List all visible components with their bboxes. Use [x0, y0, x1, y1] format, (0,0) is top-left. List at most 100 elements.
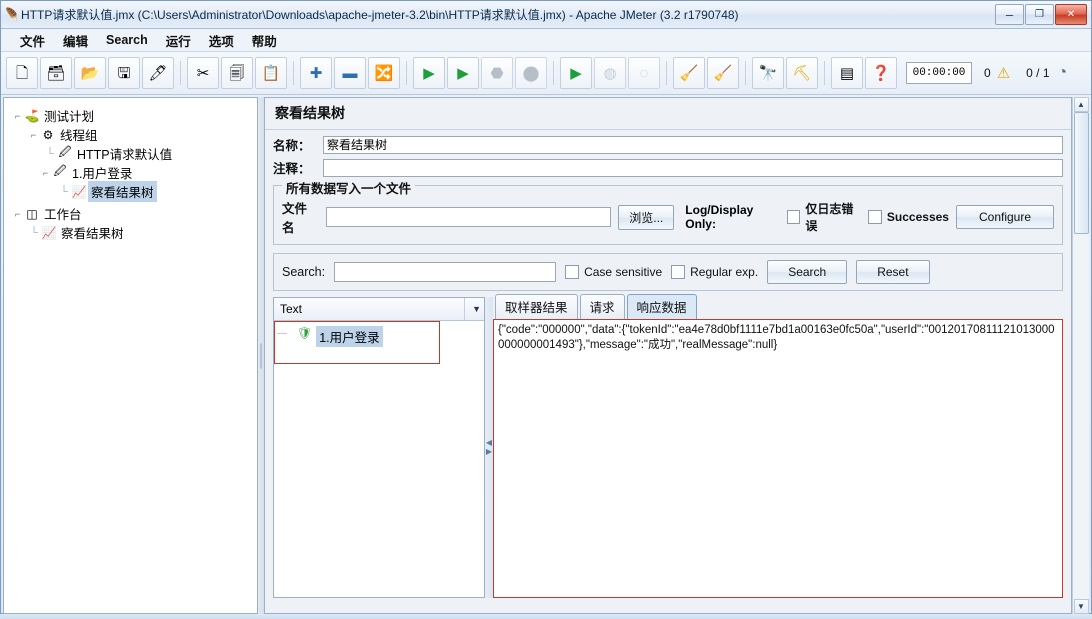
- reset-search-icon: ⛏: [792, 64, 812, 82]
- menu-bar: 文件 编辑 Search 运行 选项 帮助: [1, 29, 1091, 52]
- tab-response-data[interactable]: 响应数据: [626, 294, 697, 319]
- open-button[interactable]: 📂: [74, 57, 106, 89]
- green-shield-check-icon: 🛡: [297, 326, 313, 340]
- successes-label: Successes: [886, 210, 949, 224]
- menu-run[interactable]: 运行: [157, 29, 200, 52]
- toolbar-separator-6: [741, 58, 750, 88]
- menu-options[interactable]: 选项: [200, 29, 243, 52]
- menu-file[interactable]: 文件: [11, 29, 54, 52]
- shutdown-remote-all-button[interactable]: ◌: [628, 57, 660, 89]
- browse-button[interactable]: 浏览...: [618, 204, 675, 230]
- config-default-icon: 🖉: [58, 145, 72, 159]
- tree-node-thread-group[interactable]: ⌐ ⚙ 线程组: [10, 125, 253, 144]
- clear-button[interactable]: 🧹: [673, 57, 705, 89]
- splitter-right-arrow-icon[interactable]: ▶: [486, 448, 492, 456]
- renderer-combo[interactable]: Text ▼: [274, 298, 484, 321]
- chevron-down-icon[interactable]: ▼: [464, 298, 481, 320]
- scrollbar-thumb[interactable]: [1073, 112, 1089, 234]
- collapse-all-button[interactable]: ▬: [334, 57, 366, 89]
- tree-node-workbench-results-tree[interactable]: └ 📈 察看结果树: [10, 223, 253, 242]
- response-body-text[interactable]: {"code":"000000","data":{"tokenId":"ea4e…: [493, 319, 1063, 598]
- paste-button[interactable]: 📋: [255, 57, 287, 89]
- splitter-left-arrow-icon[interactable]: ◀: [486, 439, 492, 447]
- sample-result-tree[interactable]: — 🛡 1.用户登录: [274, 321, 484, 597]
- name-input[interactable]: 察看结果树: [323, 135, 1063, 154]
- checkbox-box-icon: [671, 265, 686, 279]
- expander-icon[interactable]: ⌐: [28, 130, 39, 140]
- tab-sampler-result[interactable]: 取样器结果: [495, 294, 578, 319]
- close-button[interactable]: ✕: [1055, 4, 1087, 25]
- minimize-button[interactable]: –: [995, 4, 1024, 25]
- scissors-icon: ✂: [196, 64, 210, 82]
- search-input[interactable]: [334, 262, 557, 282]
- http-sampler-icon: 🖉: [53, 164, 67, 178]
- comment-row: 注释：: [265, 156, 1071, 179]
- comment-input[interactable]: [323, 158, 1063, 177]
- results-inner-splitter[interactable]: ◀ ▶: [485, 297, 493, 598]
- menu-help[interactable]: 帮助: [243, 29, 286, 52]
- expander-icon[interactable]: ⌐: [40, 168, 51, 178]
- configure-button[interactable]: Configure: [955, 205, 1055, 229]
- expander-icon[interactable]: ⌐: [12, 111, 23, 121]
- tree-node-http-defaults[interactable]: └ 🖉 HTTP请求默认值: [10, 144, 253, 163]
- view-results-tree-icon: 📈: [71, 184, 87, 199]
- sample-result-item[interactable]: — 🛡 1.用户登录: [274, 321, 440, 364]
- tree-node-user-login[interactable]: ⌐ 🖉 1.用户登录: [10, 163, 253, 182]
- start-button[interactable]: ▶: [413, 57, 445, 89]
- copy-icon: 🗐: [229, 64, 245, 82]
- copy-button[interactable]: 🗐: [221, 57, 253, 89]
- question-mark-icon: ❓: [871, 64, 891, 82]
- warning-triangle-icon[interactable]: ⚠: [997, 64, 1010, 82]
- tab-request[interactable]: 请求: [579, 294, 625, 319]
- search-submit-button[interactable]: Search: [767, 260, 848, 284]
- start-remote-all-button[interactable]: ▶: [560, 57, 592, 89]
- successes-checkbox[interactable]: Successes: [867, 210, 949, 224]
- new-button[interactable]: 🗋: [6, 57, 38, 89]
- window-controls: – ❐ ✕: [995, 4, 1087, 25]
- scrollbar-track[interactable]: [1073, 234, 1089, 599]
- expander-icon[interactable]: ⌐: [12, 209, 23, 219]
- cut-button[interactable]: ✂: [187, 57, 219, 89]
- horizontal-scroll-area[interactable]: [265, 600, 1071, 613]
- search-button[interactable]: 🔭: [752, 57, 784, 89]
- regular-exp-checkbox[interactable]: Regular exp.: [671, 265, 758, 279]
- write-all-data-group: 所有数据写入一个文件 文件名 浏览... Log/Display Only: 仅…: [273, 178, 1063, 245]
- stop-octagon-icon: ⬣: [490, 64, 504, 82]
- shutdown-circle-icon: ⬤: [522, 64, 540, 82]
- scroll-up-arrow-icon[interactable]: ▲: [1073, 97, 1089, 112]
- main-vertical-scrollbar[interactable]: ▲ ▼: [1072, 97, 1089, 614]
- jmeter-feather-icon: 🪶: [2, 6, 20, 22]
- search-reset-button[interactable]: Reset: [856, 260, 930, 284]
- case-sensitive-checkbox[interactable]: Case sensitive: [565, 265, 662, 279]
- play-no-pause-icon: ▶: [457, 64, 469, 82]
- toggle-button[interactable]: 🔀: [368, 57, 400, 89]
- shutdown-button[interactable]: ⬤: [515, 57, 547, 89]
- reset-search-button[interactable]: ⛏: [786, 57, 818, 89]
- tree-node-test-plan[interactable]: ⌐ ⛳ 测试计划: [10, 106, 253, 125]
- stop-remote-all-button[interactable]: ◍: [594, 57, 626, 89]
- test-plan-tree-panel[interactable]: ⌐ ⛳ 测试计划 ⌐ ⚙ 线程组 └ 🖉 HTTP请求默认值 ⌐ 🖉 1.用户登…: [3, 97, 258, 614]
- maximize-button[interactable]: ❐: [1025, 4, 1054, 25]
- stop-button[interactable]: ⬣: [481, 57, 513, 89]
- templates-button[interactable]: 🗃: [40, 57, 72, 89]
- sample-result-label: 1.用户登录: [316, 326, 383, 347]
- tree-node-workbench[interactable]: ⌐ ◫ 工作台: [10, 204, 253, 223]
- jmeter-window: 🪶 HTTP请求默认值.jmx (C:\Users\Administrator\…: [0, 0, 1092, 619]
- function-helper-button[interactable]: ▤: [831, 57, 863, 89]
- tree-node-label: HTTP请求默认值: [77, 148, 173, 162]
- save-button[interactable]: 🖫: [108, 57, 140, 89]
- start-no-pauses-button[interactable]: ▶: [447, 57, 479, 89]
- tree-node-view-results-tree[interactable]: └ 📈 察看结果树: [10, 181, 253, 202]
- remote-play-icon: ▶: [570, 64, 582, 82]
- scroll-down-arrow-icon[interactable]: ▼: [1073, 599, 1089, 614]
- errors-only-checkbox[interactable]: 仅日志错误: [787, 200, 861, 234]
- filename-input[interactable]: [326, 207, 612, 227]
- clear-all-button[interactable]: 🧹: [707, 57, 739, 89]
- window-title: HTTP请求默认值.jmx (C:\Users\Administrator\Do…: [21, 8, 739, 22]
- help-button[interactable]: ❓: [865, 57, 897, 89]
- menu-edit[interactable]: 编辑: [54, 29, 97, 52]
- save-as-button[interactable]: 🖊: [142, 57, 174, 89]
- clipboard-icon: 📋: [261, 64, 281, 82]
- menu-search[interactable]: Search: [97, 31, 157, 49]
- expand-all-button[interactable]: ✚: [300, 57, 332, 89]
